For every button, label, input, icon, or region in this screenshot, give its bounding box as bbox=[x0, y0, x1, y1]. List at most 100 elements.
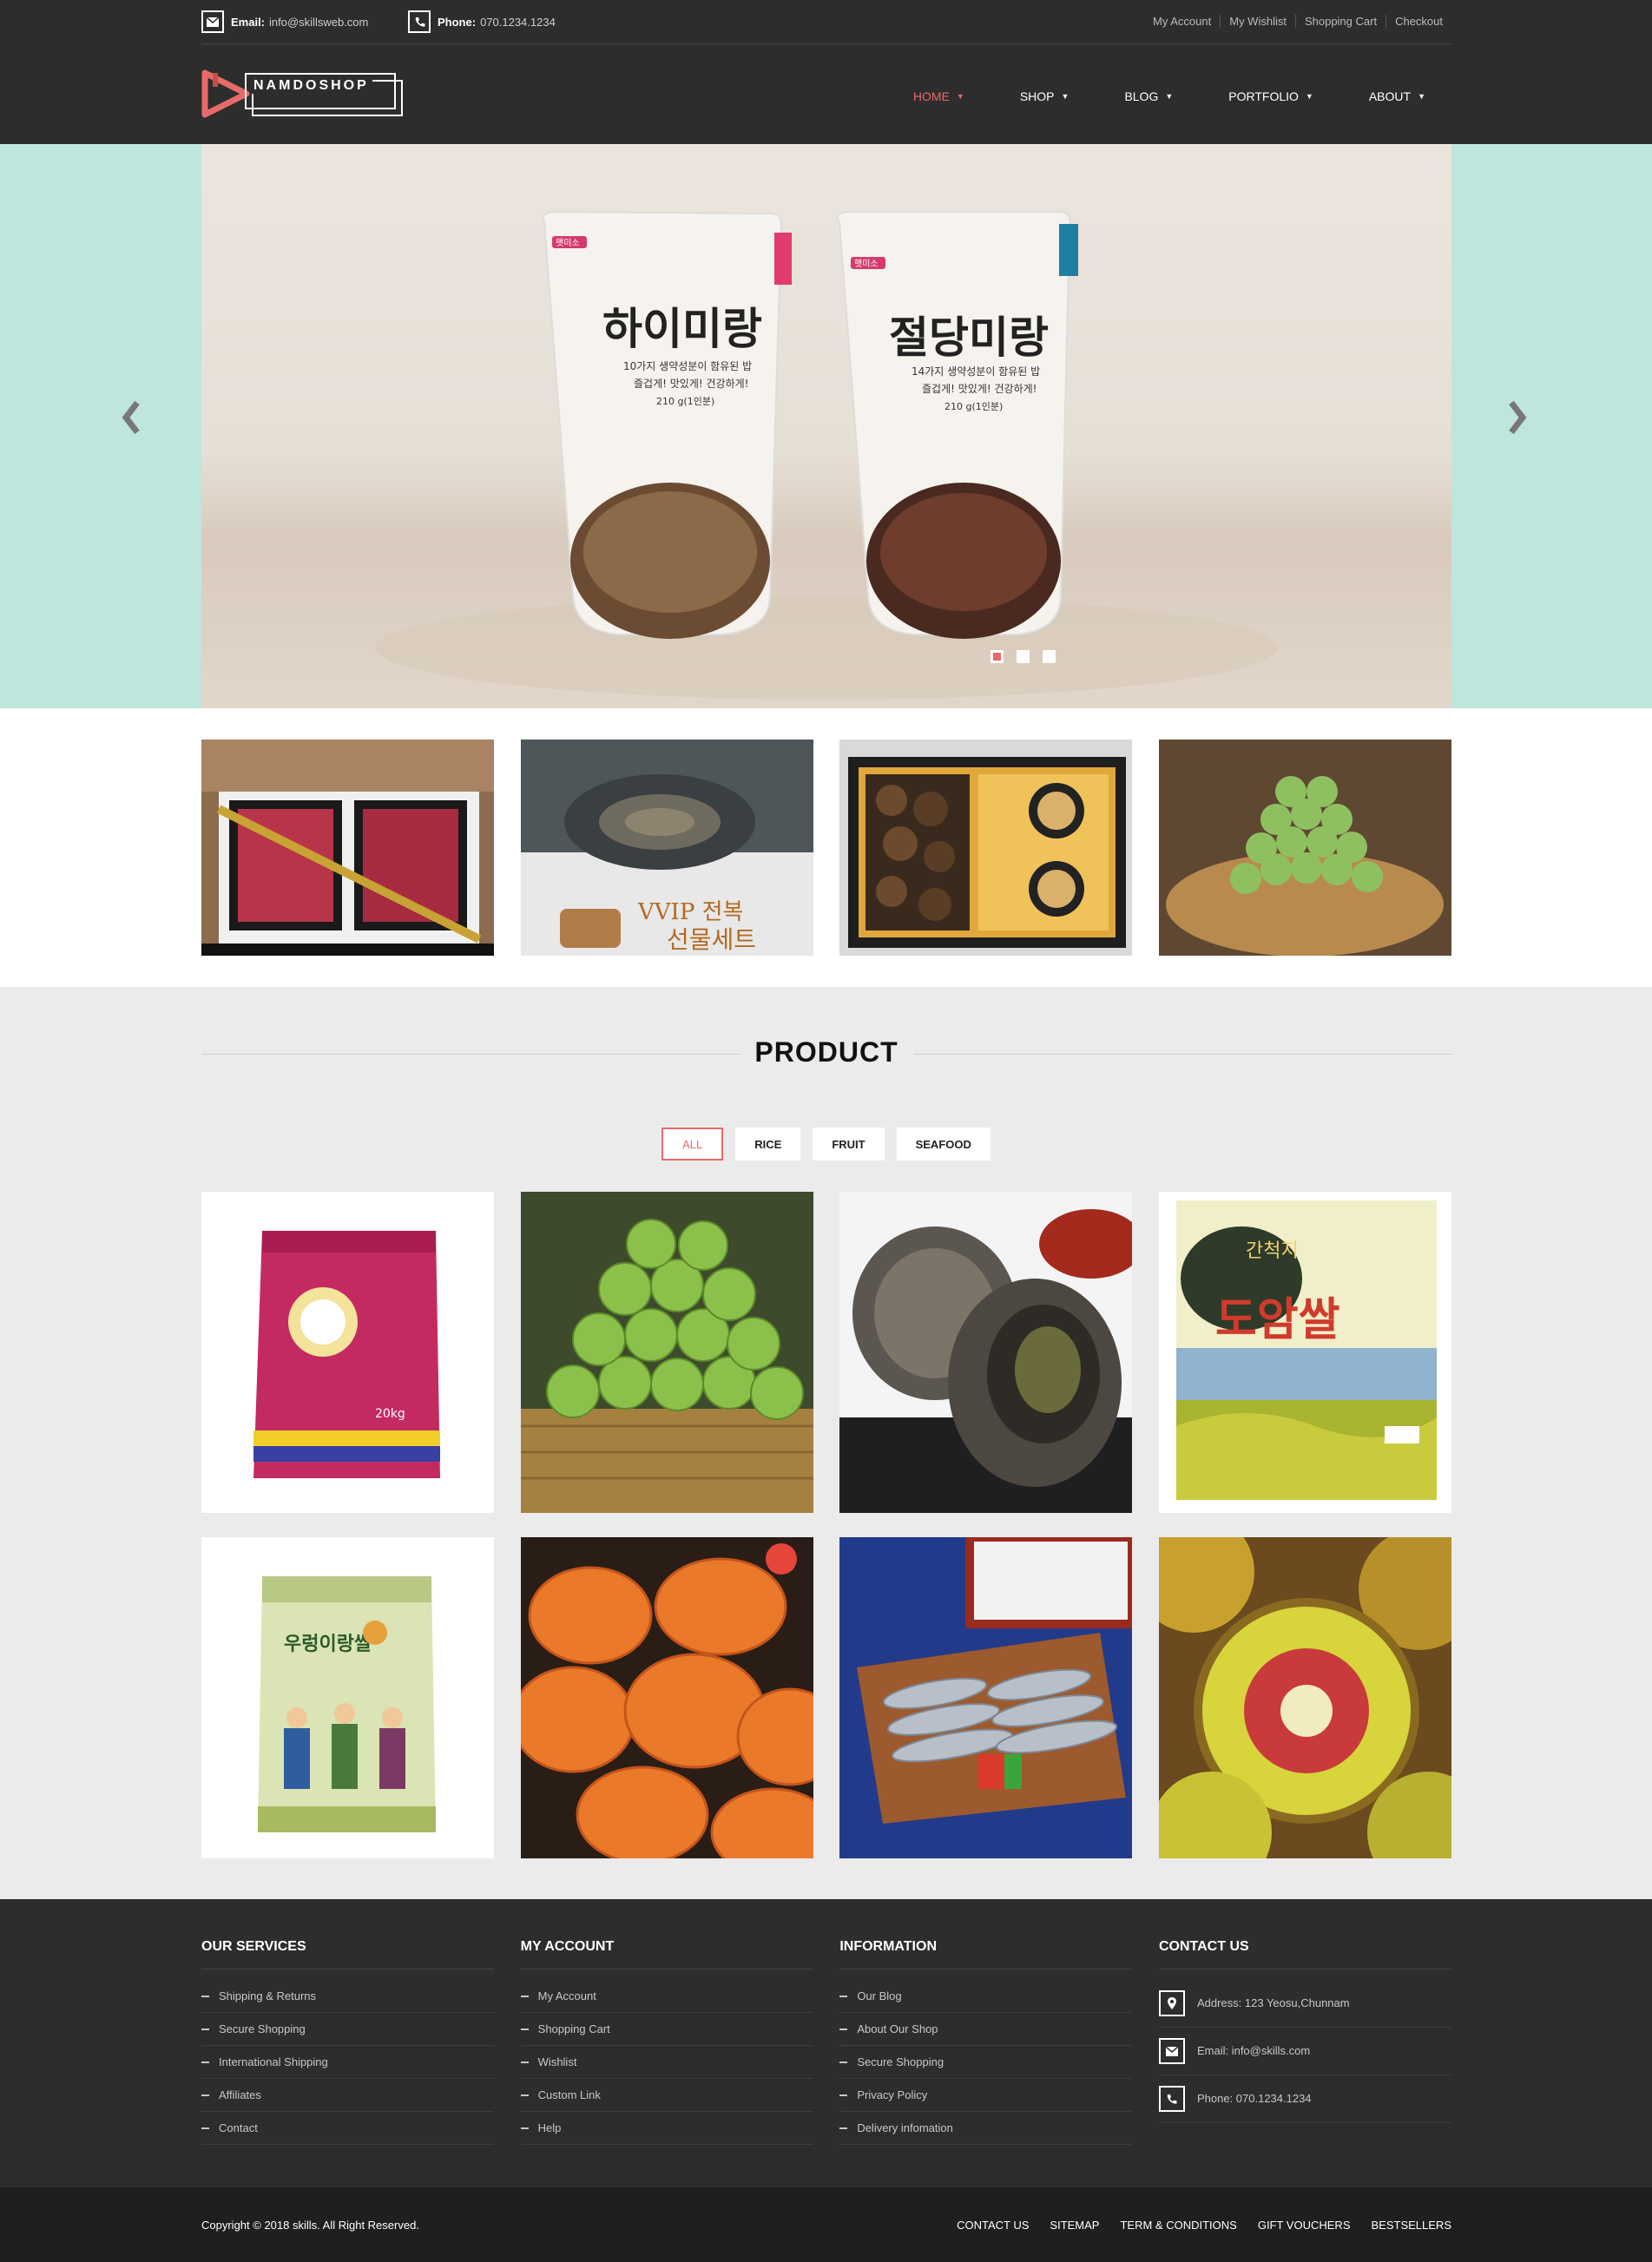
chevron-right-icon bbox=[1509, 400, 1527, 435]
rice-green-label: 우렁이랑쌀 bbox=[284, 1634, 372, 1655]
footer-link-label: Shopping Cart bbox=[537, 2022, 610, 2035]
bottom-link-bestsellers[interactable]: BESTSELLERS bbox=[1372, 2219, 1452, 2232]
promo-mushroom[interactable] bbox=[839, 740, 1133, 956]
chevron-down-icon: ▼ bbox=[1305, 92, 1313, 101]
footer-contact-address: Address: 123 Yeosu,Chunnam bbox=[1158, 1980, 1451, 2028]
filter-rice[interactable]: RICE bbox=[735, 1128, 801, 1161]
footer-phone-text: Phone: 070.1234.1234 bbox=[1196, 2092, 1312, 2105]
nav-home-label: HOME bbox=[912, 89, 950, 103]
dash-icon bbox=[520, 2127, 529, 2129]
slider-next-button[interactable] bbox=[1504, 396, 1530, 439]
promo-plums[interactable] bbox=[1158, 740, 1451, 956]
green-plums-image bbox=[1158, 740, 1451, 956]
hero-product-image: 햇미소 하이미랑 10가지 생약성분이 함유된 밥 즐겁게! 맛있게! 건강하게… bbox=[375, 210, 1278, 700]
footer-link-help[interactable]: Help bbox=[520, 2112, 813, 2145]
dash-icon bbox=[839, 1995, 848, 1997]
footer-link-contact[interactable]: Contact bbox=[201, 2112, 494, 2145]
bottom-bar: Copyright © 2018 skills. All Right Reser… bbox=[0, 2187, 1652, 2262]
footer-link-blog[interactable]: Our Blog bbox=[839, 1980, 1133, 2013]
envelope-icon bbox=[201, 10, 224, 33]
slider-dot-3[interactable] bbox=[1043, 650, 1056, 663]
footer-link-affiliates[interactable]: Affiliates bbox=[201, 2079, 494, 2112]
footer-link-custom[interactable]: Custom Link bbox=[520, 2079, 813, 2112]
footer-link-about[interactable]: About Our Shop bbox=[839, 2013, 1133, 2046]
product-card-kiwi[interactable] bbox=[1158, 1537, 1451, 1858]
nav-about[interactable]: ABOUT ▼ bbox=[1369, 89, 1425, 103]
promo-beef[interactable] bbox=[201, 740, 494, 956]
slider-dot-2[interactable] bbox=[1017, 650, 1030, 663]
chevron-down-icon: ▼ bbox=[1061, 92, 1070, 101]
chevron-left-icon bbox=[122, 400, 140, 435]
footer-link-shipping[interactable]: Shipping & Returns bbox=[201, 1980, 494, 2013]
footer-link-wishlist[interactable]: Wishlist bbox=[520, 2046, 813, 2079]
footer-link-secure-shopping[interactable]: Secure Shopping bbox=[201, 2013, 494, 2046]
slider-prev-button[interactable] bbox=[118, 396, 144, 439]
bottom-link-gift-vouchers[interactable]: GIFT VOUCHERS bbox=[1258, 2219, 1351, 2232]
dash-icon bbox=[201, 2094, 209, 2096]
footer-email-text[interactable]: Email: info@skills.com bbox=[1197, 2028, 1310, 2075]
product-card-fish[interactable] bbox=[839, 1537, 1133, 1858]
dash-icon bbox=[201, 1995, 209, 1997]
product-grid: 20kg 도암쌀 간척지 우렁이랑쌀 bbox=[201, 1192, 1451, 1883]
top-links: My Account My Wishlist Shopping Cart Che… bbox=[1144, 15, 1451, 28]
bottom-link-sitemap[interactable]: SITEMAP bbox=[1050, 2219, 1099, 2232]
nav-portfolio[interactable]: PORTFOLIO ▼ bbox=[1228, 89, 1313, 103]
footer-link-shopping-cart[interactable]: Shopping Cart bbox=[520, 2013, 813, 2046]
dash-icon bbox=[839, 2028, 848, 2030]
bottom-link-contact[interactable]: CONTACT US bbox=[957, 2219, 1029, 2232]
product-card-plums[interactable] bbox=[520, 1192, 813, 1513]
fish-platter-image bbox=[839, 1537, 1133, 1858]
dried-persimmon-image bbox=[520, 1537, 813, 1858]
nav-blog[interactable]: BLOG ▼ bbox=[1124, 89, 1173, 103]
abalone-gift-image: VVIP 전복 선물세트 bbox=[520, 740, 813, 956]
footer-link-delivery[interactable]: Delivery infomation bbox=[839, 2112, 1133, 2145]
bag2-sub: 14가지 생약성분이 함유된 밥 bbox=[912, 365, 1040, 378]
footer-link-label: About Our Shop bbox=[857, 2022, 938, 2035]
footer-contact-phone: Phone: 070.1234.1234 bbox=[1158, 2075, 1451, 2123]
product-card-rice-red[interactable]: 20kg bbox=[201, 1192, 494, 1513]
logo-text: NAMDOSHOP bbox=[250, 78, 372, 94]
bottom-link-terms[interactable]: TERM & CONDITIONS bbox=[1120, 2219, 1236, 2232]
slider-dot-1[interactable] bbox=[991, 650, 1004, 663]
footer-link-label: Wishlist bbox=[537, 2055, 577, 2068]
filter-fruit[interactable]: FRUIT bbox=[813, 1128, 885, 1161]
top-link-my-wishlist[interactable]: My Wishlist bbox=[1220, 15, 1295, 28]
product-card-rice-green[interactable]: 우렁이랑쌀 bbox=[201, 1537, 494, 1858]
product-title: PRODUCT bbox=[201, 1036, 1451, 1071]
envelope-icon bbox=[1158, 2038, 1185, 2064]
chevron-down-icon: ▼ bbox=[1418, 92, 1425, 101]
main-menu: HOME ▼ SHOP ▼ BLOG ▼ PORTFOLIO ▼ ABOUT ▼ bbox=[858, 89, 1425, 103]
promo-abalone[interactable]: VVIP 전복 선물세트 bbox=[520, 740, 813, 956]
product-card-persimmon[interactable] bbox=[520, 1537, 813, 1858]
filter-seafood[interactable]: SEAFOOD bbox=[896, 1128, 991, 1161]
promo-row: VVIP 전복 선물세트 bbox=[201, 740, 1451, 956]
filter-all[interactable]: ALL bbox=[661, 1128, 724, 1161]
footer-link-label: Shipping & Returns bbox=[219, 1989, 317, 2002]
top-link-checkout[interactable]: Checkout bbox=[1385, 15, 1451, 28]
site-logo[interactable]: NAMDOSHOP bbox=[201, 66, 403, 118]
footer-link-label: Custom Link bbox=[537, 2088, 601, 2101]
top-link-my-account[interactable]: My Account bbox=[1144, 15, 1220, 28]
top-bar: Email: info@skillsweb.com Phone: 070.123… bbox=[201, 0, 1451, 44]
product-heading: PRODUCT bbox=[754, 1036, 898, 1068]
product-card-rice-doam[interactable]: 도암쌀 간척지 bbox=[1158, 1192, 1451, 1513]
abalone-caption-2: 선물세트 bbox=[667, 925, 756, 954]
footer-services: OUR SERVICES Shipping & Returns Secure S… bbox=[201, 1939, 494, 2145]
email-value[interactable]: info@skillsweb.com bbox=[269, 16, 368, 29]
footer-link-international[interactable]: International Shipping bbox=[201, 2046, 494, 2079]
bag2-name: 절당미랑 bbox=[889, 312, 1049, 363]
top-link-shopping-cart[interactable]: Shopping Cart bbox=[1294, 15, 1385, 28]
nav-home[interactable]: HOME ▼ bbox=[913, 89, 964, 103]
product-card-abalone[interactable] bbox=[839, 1192, 1133, 1513]
phone-icon bbox=[408, 10, 431, 33]
bag2-weight: 210 g(1인분) bbox=[944, 401, 1003, 412]
rice-doam-top: 간척지 bbox=[1246, 1240, 1299, 1262]
footer-link-secure[interactable]: Secure Shopping bbox=[839, 2046, 1133, 2079]
footer-link-privacy[interactable]: Privacy Policy bbox=[839, 2079, 1133, 2112]
chevron-down-icon: ▼ bbox=[1165, 92, 1174, 101]
nav-shop[interactable]: SHOP ▼ bbox=[1020, 89, 1070, 103]
bag1-brand: 햇미소 bbox=[556, 238, 580, 248]
dash-icon bbox=[201, 2028, 209, 2030]
footer-link-label: International Shipping bbox=[219, 2055, 328, 2068]
footer-link-my-account[interactable]: My Account bbox=[520, 1980, 813, 2013]
